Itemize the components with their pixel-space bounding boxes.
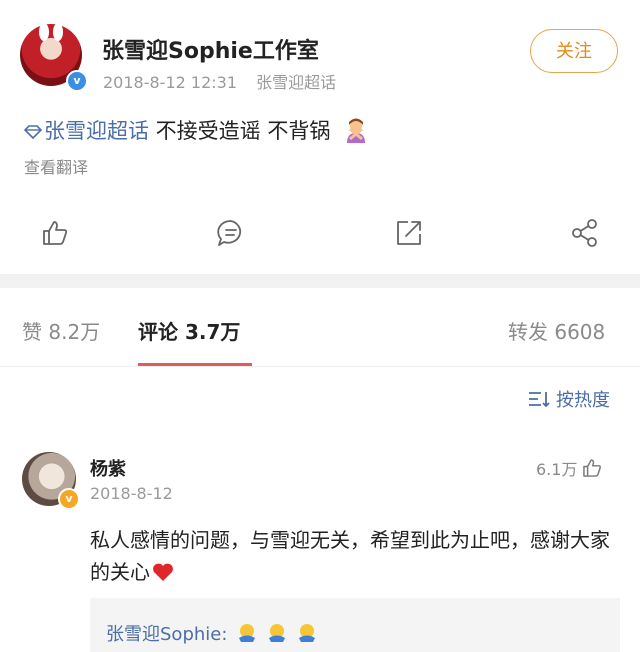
sort-label: 按热度 — [556, 390, 610, 411]
tab-reposts[interactable]: 转发 6608 — [508, 316, 605, 345]
verified-badge-icon: v — [58, 488, 80, 510]
author-avatar[interactable]: v — [20, 23, 88, 92]
thumbs-up-icon — [43, 221, 68, 245]
comment-like-count: 6.1万 — [536, 460, 578, 479]
super-topic-link[interactable]: 张雪迎超话 — [44, 119, 149, 143]
comment-button[interactable] — [216, 218, 246, 248]
follow-button[interactable]: 关注 — [530, 29, 618, 73]
active-tab-indicator — [138, 363, 252, 366]
red-heart-emoji-icon — [153, 563, 173, 581]
tab-bar-rule — [0, 366, 640, 367]
bunny-ears-icon — [39, 23, 63, 41]
commenter-avatar[interactable]: v — [22, 452, 80, 510]
share-arrow-icon — [397, 221, 421, 245]
share-nodes-icon — [572, 219, 597, 247]
verified-badge-icon: v — [66, 70, 88, 92]
commenter-name[interactable]: 杨紫 — [90, 455, 126, 481]
reply-user[interactable]: 张雪迎Sophie: — [106, 624, 227, 645]
woman-gesturing-no-emoji-icon — [347, 118, 366, 143]
sort-toggle[interactable]: 按热度 — [528, 386, 610, 412]
tab-comments[interactable]: 评论 3.7万 — [138, 316, 240, 345]
hug-emoji-icon — [268, 624, 285, 642]
hug-emoji-icon — [239, 624, 256, 642]
post-timestamp: 2018-8-12 12:31 — [103, 73, 237, 92]
comment-like-button[interactable]: 6.1万 — [536, 456, 603, 480]
reply-line: 张雪迎Sophie: — [106, 620, 317, 646]
post-meta: 2018-8-12 12:31 张雪迎超话 — [103, 69, 336, 93]
author-name[interactable]: 张雪迎Sophie工作室 — [102, 33, 319, 65]
super-topic-diamond-icon — [24, 125, 42, 139]
more-share-button[interactable] — [570, 218, 600, 248]
sort-icon — [529, 392, 550, 408]
post-content: 张雪迎超话 不接受造谣 不背锅 — [24, 115, 369, 145]
tab-likes[interactable]: 赞 8.2万 — [22, 316, 100, 345]
translate-link[interactable]: 查看翻译 — [24, 154, 88, 178]
hug-emoji-icon — [298, 624, 315, 642]
thumbs-up-icon — [583, 459, 602, 477]
comment-bubble-icon — [217, 220, 242, 246]
section-divider — [0, 274, 640, 288]
comment-text: 私人感情的问题，与雪迎无关，希望到此为止吧，感谢大家的关心 — [90, 524, 610, 588]
comment-date: 2018-8-12 — [90, 484, 173, 503]
post-text: 不接受造谣 不背锅 — [149, 119, 331, 143]
like-button[interactable] — [40, 218, 70, 248]
post-source[interactable]: 张雪迎超话 — [256, 73, 336, 92]
repost-button[interactable] — [394, 218, 424, 248]
